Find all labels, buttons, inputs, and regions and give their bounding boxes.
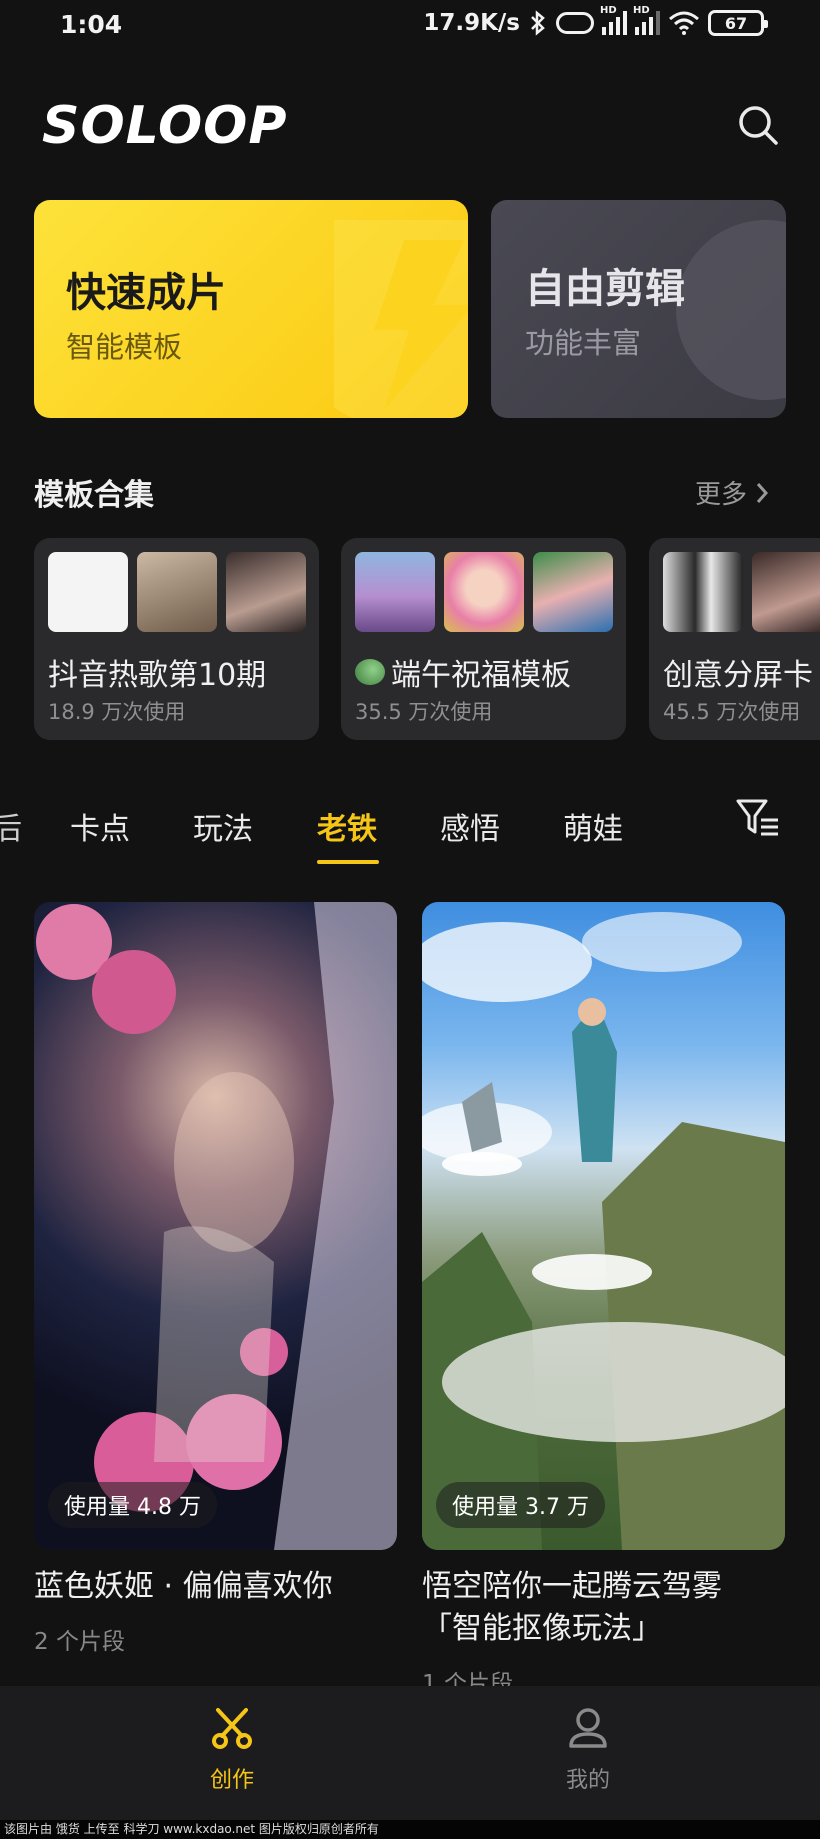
tab-category[interactable]: 玩法 (193, 804, 253, 848)
signal-1-icon: HD (600, 5, 627, 35)
usage-badge: 使用量 3.7 万 (436, 1482, 605, 1528)
video-thumbnail-art (422, 912, 785, 1550)
collection-name-text: 端午祝福模板 (391, 658, 571, 693)
status-bar: 1:04 17.9K/s HD HD 67 (0, 0, 820, 52)
more-label: 更多 (695, 480, 748, 510)
signal-2-icon: HD (633, 5, 660, 35)
collection-uses: 18.9 万次使用 (48, 700, 186, 724)
wifi-icon (669, 11, 699, 35)
category-tabs: 后 卡点 玩法 老铁 感悟 萌娃 (0, 800, 820, 870)
collection-thumbnail (444, 552, 524, 632)
video-title: 蓝色妖姬 · 偏偏喜欢你 (34, 1569, 333, 1604)
video-card[interactable]: 使用量 3.7 万 (422, 902, 785, 1550)
tab-category-active[interactable]: 老铁 (317, 804, 377, 848)
nav-create-label: 创作 (209, 1768, 254, 1793)
video-title-line: 「智能抠像玩法」 (422, 1611, 662, 1646)
collection-uses: 45.5 万次使用 (663, 700, 801, 724)
status-icons: 17.9K/s HD HD 67 (423, 5, 768, 36)
collection-uses: 35.5 万次使用 (355, 700, 493, 724)
video-segments: 1 个片段 (422, 1671, 513, 1686)
free-edit-subtitle: 功能丰富 (525, 326, 642, 360)
video-title: 悟空陪你一起腾云驾雾 「智能抠像玩法」 (422, 1566, 722, 1650)
collection-thumbnail (48, 552, 128, 632)
collection-name: 抖音热歌第10期 (48, 658, 267, 693)
active-tab-indicator (317, 860, 379, 864)
lightning-icon (334, 220, 468, 418)
status-time: 1:04 (60, 10, 123, 39)
leaf-icon (355, 659, 385, 685)
scissors-icon (212, 1708, 252, 1749)
collection-card[interactable]: 抖音热歌第10期 18.9 万次使用 (34, 538, 319, 740)
free-edit-card[interactable]: 自由剪辑 功能丰富 (491, 200, 786, 418)
nav-mine[interactable]: 我的 (528, 1706, 648, 1794)
collection-thumbnail (752, 552, 820, 632)
usage-badge: 使用量 4.8 万 (48, 1482, 217, 1528)
collection-card[interactable]: 端午祝福模板 35.5 万次使用 (341, 538, 626, 740)
collection-thumbnail (226, 552, 306, 632)
filter-icon[interactable] (736, 798, 780, 838)
tab-category[interactable]: 后 (0, 804, 22, 848)
video-card[interactable]: 使用量 4.8 万 (34, 902, 397, 1550)
collection-thumbnail (355, 552, 435, 632)
network-speed: 17.9K/s (423, 10, 520, 36)
quick-create-subtitle: 智能模板 (66, 330, 183, 364)
quick-create-card[interactable]: 快速成片 智能模板 (34, 200, 468, 418)
collection-name: 端午祝福模板 (355, 650, 571, 694)
video-thumbnail-art (36, 902, 397, 1550)
search-icon[interactable] (736, 103, 780, 147)
nav-mine-label: 我的 (565, 1768, 610, 1793)
collection-thumbnail (663, 552, 743, 632)
collection-thumbnail (533, 552, 613, 632)
battery-icon: 67 (708, 10, 768, 36)
quick-create-title: 快速成片 (66, 270, 226, 316)
free-edit-title: 自由剪辑 (525, 266, 685, 312)
chevron-right-icon (756, 482, 769, 503)
user-icon (569, 1708, 607, 1748)
tab-category[interactable]: 萌娃 (563, 804, 623, 848)
collection-thumbnail (137, 552, 217, 632)
video-segments: 2 个片段 (34, 1629, 125, 1655)
tab-category[interactable]: 感悟 (440, 804, 500, 848)
nav-create[interactable]: 创作 (172, 1706, 292, 1794)
tab-category[interactable]: 卡点 (70, 804, 130, 848)
more-link[interactable]: 更多 (695, 474, 769, 511)
film-reel-icon (676, 220, 786, 400)
video-title-line: 悟空陪你一起腾云驾雾 (422, 1569, 722, 1604)
bottom-nav: 创作 我的 (0, 1686, 820, 1826)
bluetooth-icon (531, 10, 545, 36)
collections-title: 模板合集 (34, 478, 154, 513)
collection-card[interactable]: 创意分屏卡 45.5 万次使用 (649, 538, 820, 740)
collection-name: 创意分屏卡 (663, 658, 813, 693)
app-logo: SOLOOP (42, 96, 288, 156)
vibrate-icon (556, 12, 594, 34)
watermark-footer: 该图片由 饿货 上传至 科学刀 www.kxdao.net 图片版权归原创者所有 (0, 1820, 820, 1839)
